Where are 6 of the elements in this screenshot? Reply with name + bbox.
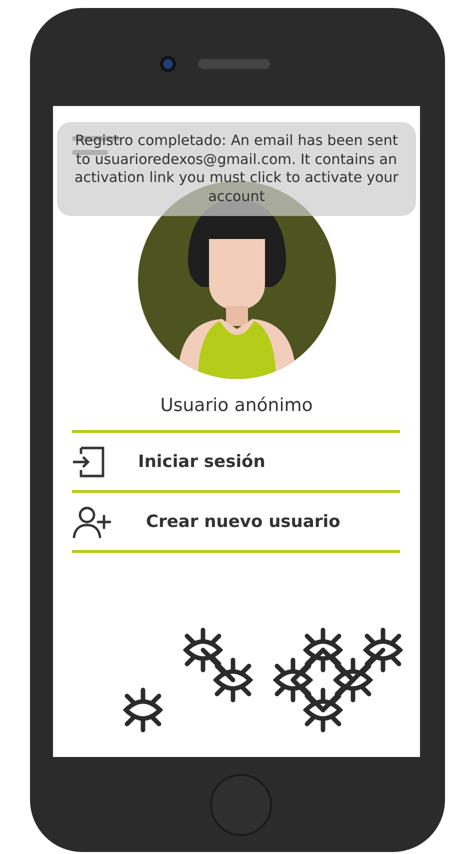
login-icon xyxy=(72,446,106,478)
add-user-icon xyxy=(72,506,114,538)
camera xyxy=(160,56,176,72)
notification-toast: Registro completado: An email has been sent to usuarioredexos@gmail.com. It contains an activation link you must click to activate your account xyxy=(57,122,416,216)
user-name: Usuario anónimo xyxy=(160,395,313,416)
speaker xyxy=(198,59,270,69)
